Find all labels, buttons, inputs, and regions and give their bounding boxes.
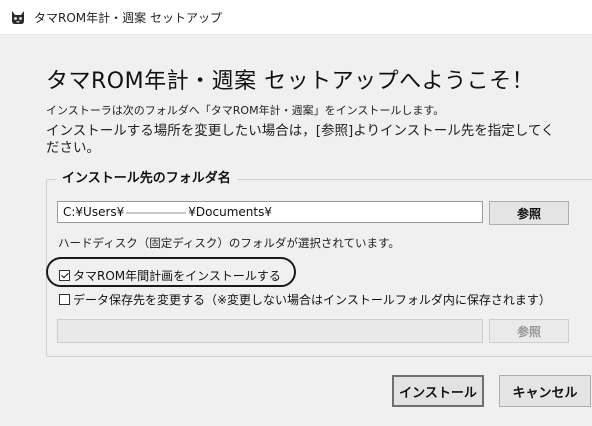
install-annual-plan-label: タマROM年間計画をインストールする [73, 269, 281, 283]
change-data-location-option[interactable]: データ保存先を変更する（※変更しない場合はインストールフォルダ内に保存されます） [59, 291, 551, 308]
install-path-input[interactable]: C:¥Users¥ ¥Documents¥ [57, 201, 483, 223]
title-bar: タマROM年計・週案 セットアップ [0, 0, 592, 35]
install-button[interactable]: インストール [392, 375, 484, 407]
browse-data-folder-button: 参照 [489, 319, 569, 343]
change-data-location-checkbox[interactable] [59, 294, 70, 305]
cat-face-icon [12, 11, 24, 24]
intro-instructions: インストールする場所を変更したい場合は，[参照]よりインストール先を指定してくだ… [46, 123, 555, 156]
window-title: タマROM年計・週案 セットアップ [34, 11, 222, 25]
install-folder-group-label: インストール先のフォルダ名 [56, 167, 237, 186]
install-path-suffix: ¥Documents¥ [188, 205, 272, 219]
data-path-input [57, 319, 483, 343]
install-path-prefix: C:¥Users¥ [63, 205, 125, 219]
setup-dialog-body: タマROM年計・週案 セットアップへようこそ！ インストーラは次のフォルダへ「タ… [0, 35, 592, 426]
folder-type-hint: ハードディスク（固定ディスク）のフォルダが選択されています。 [58, 236, 400, 250]
install-annual-plan-checkbox[interactable] [59, 270, 70, 281]
browse-install-folder-button[interactable]: 参照 [489, 201, 569, 225]
redacted-username [126, 211, 187, 214]
cancel-button[interactable]: キャンセル [499, 375, 591, 407]
intro-text: インストーラは次のフォルダへ「タマROM年計・週案」をインストールします。 [46, 104, 445, 117]
page-title: タマROM年計・週案 セットアップへようこそ！ [46, 69, 535, 94]
change-data-location-label: データ保存先を変更する（※変更しない場合はインストールフォルダ内に保存されます） [73, 293, 551, 307]
install-annual-plan-option[interactable]: タマROM年間計画をインストールする [59, 267, 281, 284]
